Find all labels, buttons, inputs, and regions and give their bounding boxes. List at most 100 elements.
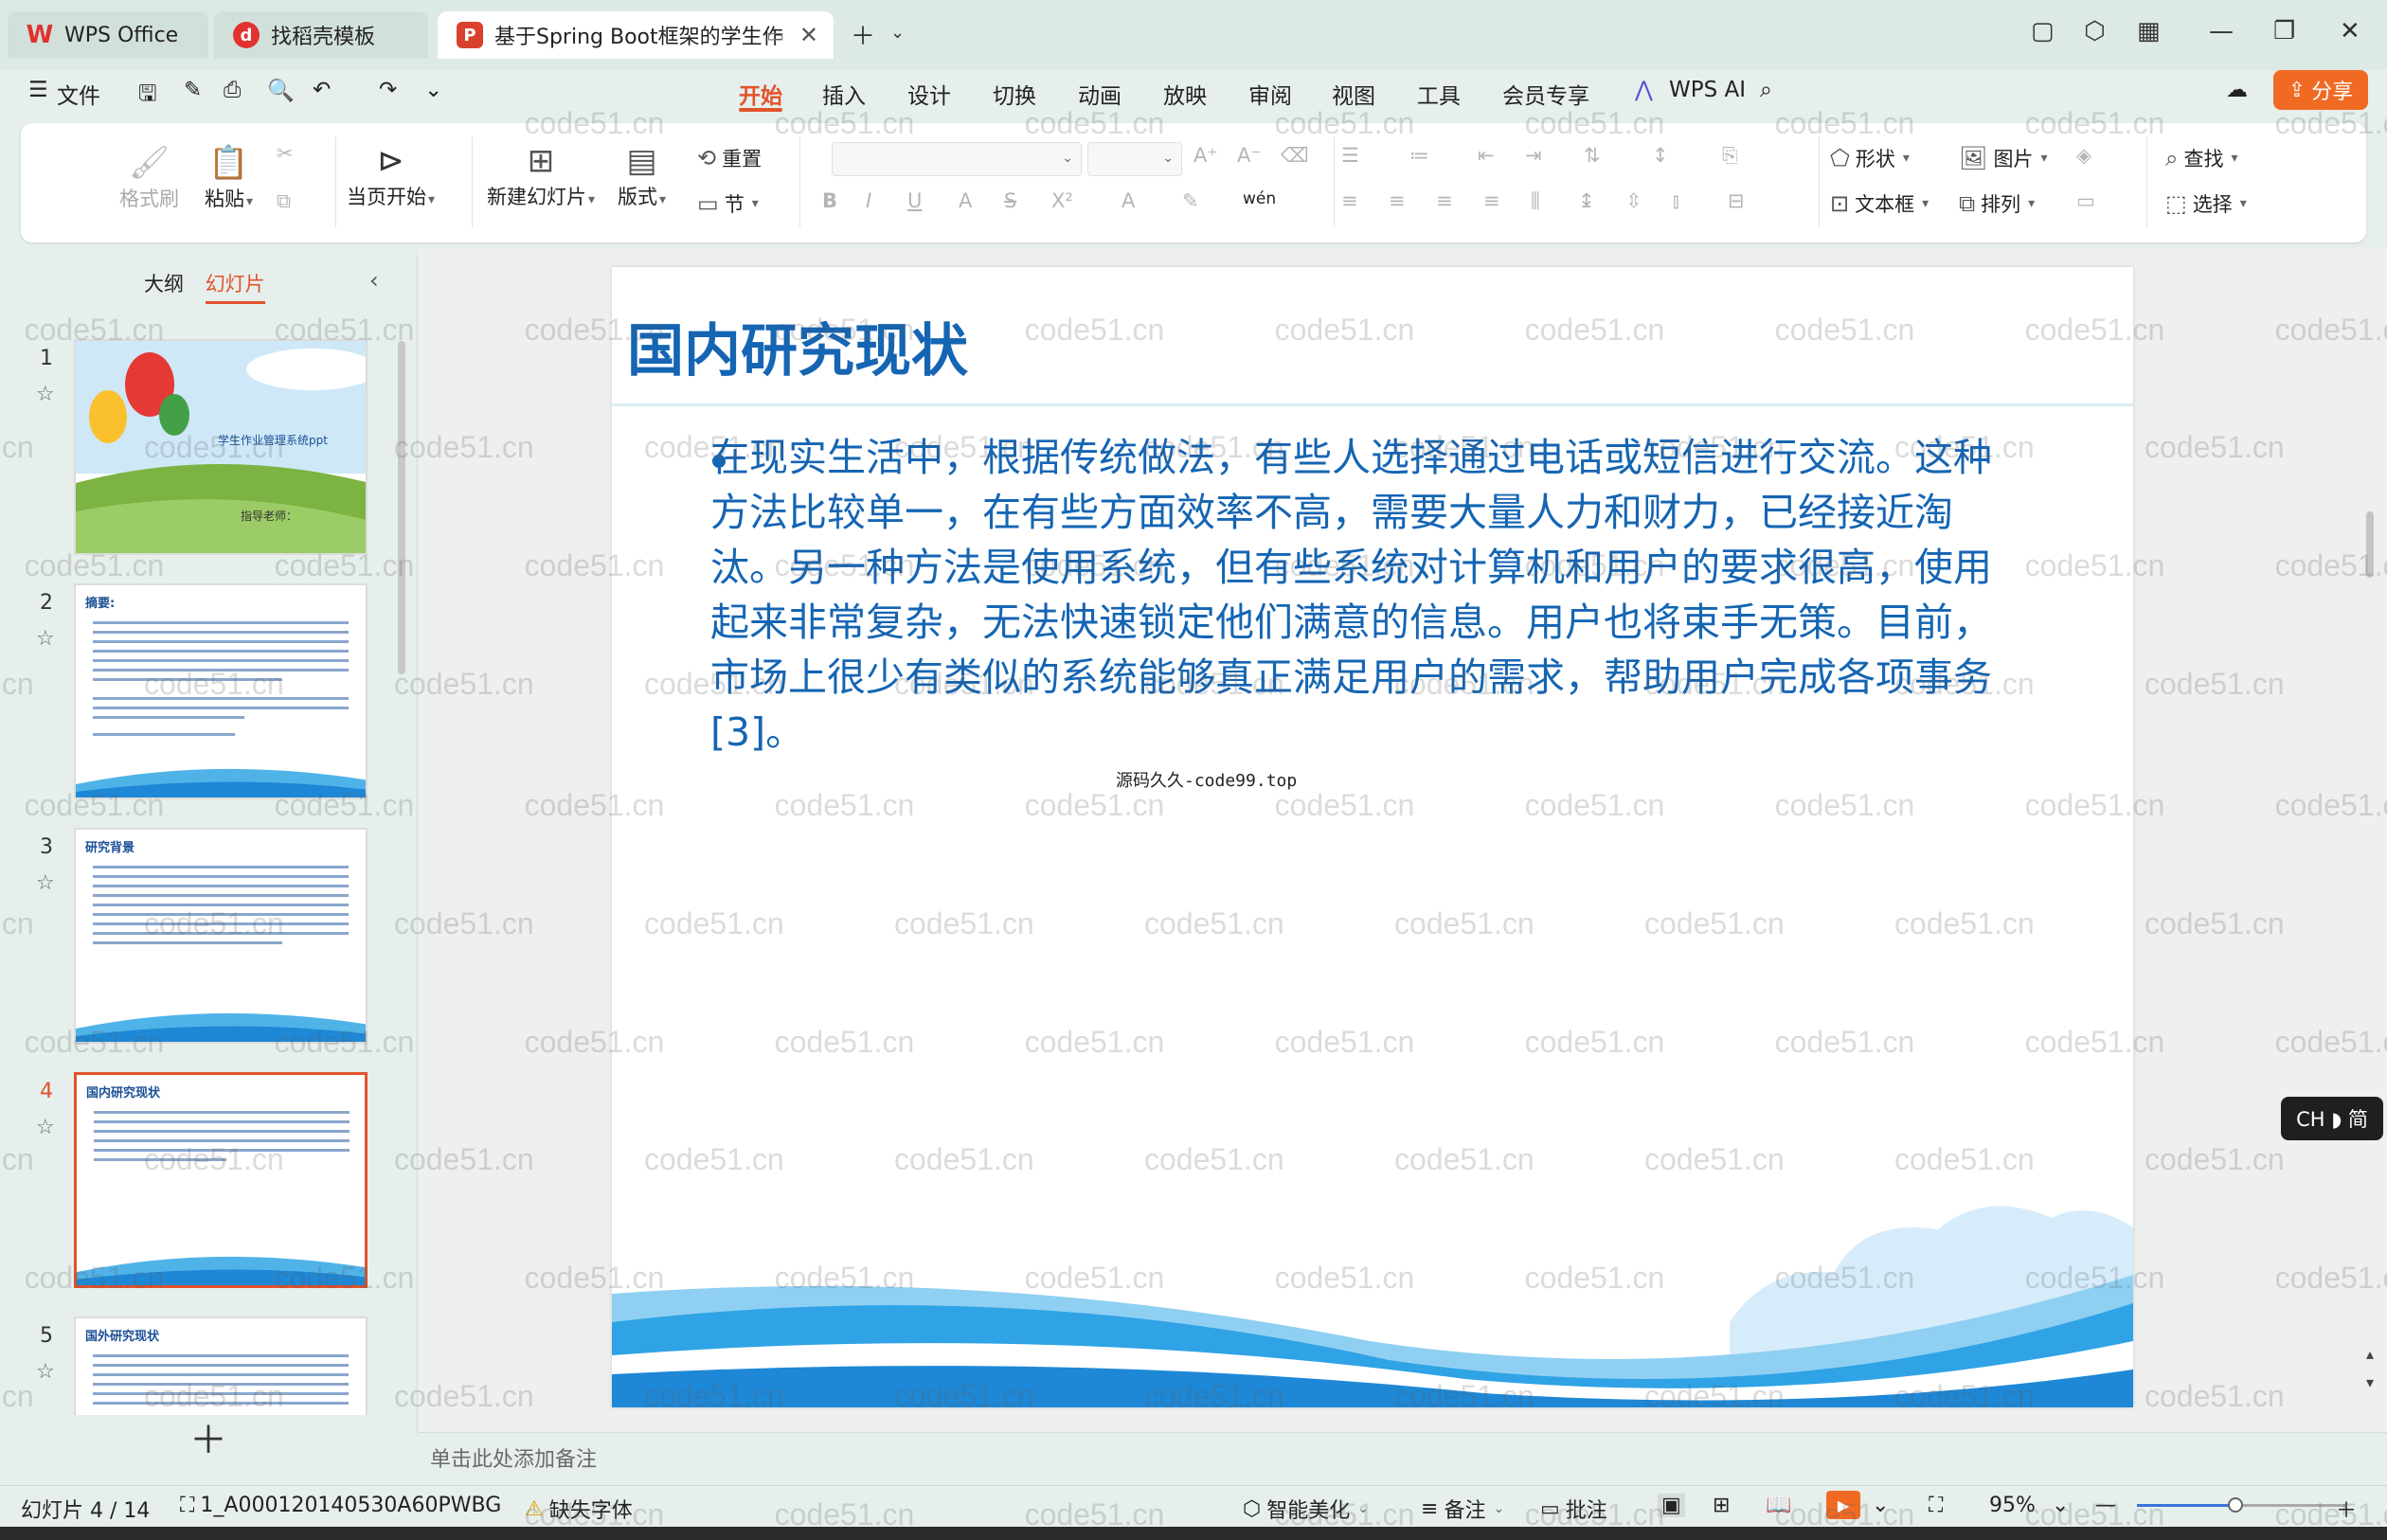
align-left-icon[interactable]: ≡ bbox=[1341, 189, 1358, 212]
menu-file[interactable]: 文件 bbox=[57, 78, 100, 110]
add-slide-icon[interactable]: ＋ bbox=[189, 1409, 227, 1464]
window-layout-icon[interactable]: ▢ bbox=[2031, 17, 2055, 45]
slide-thumbnail-1[interactable]: 学生作业管理系统ppt 指导老师： bbox=[74, 339, 368, 555]
tab-document[interactable]: P 基于Spring Boot框架的学生作 ▭ ✕ bbox=[438, 11, 834, 59]
tab-dropdown-icon[interactable]: ⌄ bbox=[890, 23, 905, 43]
font-family-select[interactable]: ⌄ bbox=[832, 142, 1082, 176]
canvas-scrollbar[interactable] bbox=[2366, 511, 2374, 578]
highlight-icon[interactable]: ✎ bbox=[1182, 189, 1199, 212]
thumbnail-scrollbar[interactable] bbox=[398, 341, 405, 674]
comments-button[interactable]: ▭ 批注 bbox=[1540, 1494, 1607, 1524]
paragraph-spacing-icon[interactable]: ⇳ bbox=[1625, 189, 1642, 212]
monitor-icon[interactable]: ▭ bbox=[766, 24, 784, 46]
new-tab-icon[interactable]: ＋ bbox=[851, 17, 875, 52]
menu-wps-ai[interactable]: WPS AI bbox=[1669, 78, 1746, 102]
prev-slide-icon[interactable]: ▴ bbox=[2366, 1345, 2374, 1363]
shape-button[interactable]: ⬠ 形状 ▾ bbox=[1830, 144, 1910, 172]
pen-icon[interactable]: ✎ bbox=[184, 78, 202, 102]
distribute-icon[interactable]: ⫼ bbox=[1531, 189, 1540, 213]
underline-icon[interactable]: U bbox=[907, 189, 922, 212]
outline-icon[interactable]: ▭ bbox=[2076, 189, 2095, 212]
menu-tab-animation[interactable]: 动画 bbox=[1078, 78, 1122, 110]
tab-template[interactable]: d 找稻壳模板 bbox=[214, 11, 428, 59]
ime-indicator[interactable]: CH ◗ 简 bbox=[2281, 1097, 2383, 1140]
menu-tab-design[interactable]: 设计 bbox=[907, 78, 951, 110]
tab-wps-office[interactable]: W WPS Office bbox=[8, 11, 208, 59]
slideshow-dropdown-icon[interactable]: ⌄ bbox=[1872, 1494, 1889, 1517]
fit-window-icon[interactable]: ⛶ bbox=[1929, 1494, 1943, 1517]
italic-icon[interactable]: I bbox=[866, 189, 871, 212]
slide-title[interactable]: 国内研究现状 bbox=[627, 305, 968, 387]
slide-thumbnail-5[interactable]: 国外研究现状 bbox=[74, 1316, 368, 1415]
menu-tab-tools[interactable]: 工具 bbox=[1417, 78, 1461, 110]
zoom-level[interactable]: 95% bbox=[1989, 1494, 2036, 1517]
phonetic-guide-icon[interactable]: wén bbox=[1243, 189, 1276, 208]
select-button[interactable]: ⬚ 选择 ▾ bbox=[2165, 189, 2247, 218]
play-from-current-button[interactable]: ⊳ 当页开始 ▾ bbox=[347, 140, 435, 210]
notes-button[interactable]: ≡ 备注 ⌄ bbox=[1421, 1494, 1504, 1524]
cut-icon[interactable]: ✂ bbox=[277, 142, 294, 165]
menu-tab-slideshow[interactable]: 放映 bbox=[1163, 78, 1207, 110]
arrange-button[interactable]: ⧉ 排列 ▾ bbox=[1959, 189, 2035, 218]
redo-icon[interactable]: ↷ bbox=[379, 78, 397, 102]
collapse-panel-icon[interactable]: ‹ bbox=[369, 267, 379, 294]
increase-font-icon[interactable]: A⁺ bbox=[1194, 144, 1217, 167]
reading-view-icon[interactable]: 📖 bbox=[1766, 1494, 1791, 1517]
hamburger-icon[interactable]: ☰ bbox=[28, 78, 48, 102]
slide-thumbnail-2[interactable]: 摘要: bbox=[74, 583, 368, 799]
menu-tab-transition[interactable]: 切换 bbox=[993, 78, 1036, 110]
slideshow-button[interactable]: ▶ bbox=[1826, 1491, 1860, 1519]
paste-button[interactable]: 📋 粘贴 ▾ bbox=[205, 142, 253, 212]
convert-icon[interactable]: ⎘ bbox=[1722, 144, 1738, 168]
star-icon[interactable]: ☆ bbox=[36, 1116, 55, 1139]
copy-icon[interactable]: ⧉ bbox=[277, 189, 291, 213]
columns-icon[interactable]: ⫾ bbox=[1673, 189, 1679, 213]
slide-body-text[interactable]: 在现实生活中，根据传统做法，有些人选择通过电话或短信进行交流。这种方法比较单一，… bbox=[710, 430, 2027, 760]
new-slide-button[interactable]: ⊞ 新建幻灯片 ▾ bbox=[487, 140, 595, 210]
align-right-icon[interactable]: ≡ bbox=[1436, 189, 1453, 212]
minimize-icon[interactable]: — bbox=[2209, 17, 2234, 45]
slide-thumbnail-4[interactable]: 国内研究现状 bbox=[74, 1072, 368, 1288]
find-button[interactable]: ⌕ 查找 ▾ bbox=[2165, 144, 2237, 172]
star-icon[interactable]: ☆ bbox=[36, 627, 55, 651]
print-preview-icon[interactable]: 🔍 bbox=[267, 78, 295, 103]
slide[interactable]: 国内研究现状 在现实生活中，根据传统做法，有些人选择通过电话或短信进行交流。这种… bbox=[612, 267, 2133, 1407]
fill-icon[interactable]: ◈ bbox=[2076, 144, 2091, 167]
star-icon[interactable]: ☆ bbox=[36, 383, 55, 406]
normal-view-icon[interactable]: ▣ bbox=[1658, 1494, 1685, 1517]
tab-outline[interactable]: 大纲 bbox=[144, 269, 184, 297]
layout-button[interactable]: ▤ 版式 ▾ bbox=[618, 140, 666, 210]
layout-name[interactable]: ⛶ 1_A000120140530A60PWBG bbox=[180, 1494, 501, 1517]
search-icon[interactable]: ⌕ bbox=[1760, 78, 1772, 102]
align-center-icon[interactable]: ≡ bbox=[1389, 189, 1406, 212]
strikethrough-icon[interactable]: S bbox=[1004, 189, 1016, 212]
increase-indent-icon[interactable]: ⇥ bbox=[1525, 144, 1542, 167]
smart-beautify-button[interactable]: ⬡ 智能美化 ⌄ bbox=[1243, 1494, 1369, 1524]
maximize-icon[interactable]: ❐ bbox=[2273, 17, 2295, 45]
star-icon[interactable]: ☆ bbox=[36, 871, 55, 895]
menu-tab-view[interactable]: 视图 bbox=[1332, 78, 1375, 110]
sort-icon[interactable]: ↕ bbox=[1652, 144, 1669, 167]
missing-font-indicator[interactable]: ⚠ 缺失字体 bbox=[525, 1494, 633, 1524]
save-icon[interactable]: 🖫 bbox=[138, 78, 157, 115]
format-painter-button[interactable]: 🖌 格式刷 bbox=[119, 142, 179, 212]
zoom-out-icon[interactable]: — bbox=[2095, 1494, 2116, 1517]
justify-icon[interactable]: ≡ bbox=[1483, 189, 1500, 212]
numbered-list-icon[interactable]: ≔ bbox=[1409, 144, 1429, 167]
reset-button[interactable]: ⟲ 重置 bbox=[697, 144, 762, 172]
menu-tab-insert[interactable]: 插入 bbox=[822, 78, 866, 110]
font-size-select[interactable]: ⌄ bbox=[1087, 142, 1182, 176]
tab-slides[interactable]: 幻灯片 bbox=[205, 269, 265, 304]
picture-button[interactable]: 🖼 图片 ▾ bbox=[1959, 144, 2048, 172]
cube-icon[interactable]: ⬡ bbox=[2084, 17, 2106, 45]
print-icon[interactable]: ⎙ bbox=[224, 78, 241, 102]
clear-format-icon[interactable]: ⌫ bbox=[1281, 144, 1309, 167]
bold-icon[interactable]: B bbox=[822, 189, 837, 212]
menu-tab-home[interactable]: 开始 bbox=[739, 78, 782, 110]
decrease-indent-icon[interactable]: ⇤ bbox=[1478, 144, 1495, 167]
line-spacing-icon[interactable]: ↨ bbox=[1578, 189, 1595, 212]
slide-thumbnail-3[interactable]: 研究背景 bbox=[74, 828, 368, 1044]
superscript-icon[interactable]: X² bbox=[1051, 189, 1073, 212]
notes-placeholder[interactable]: 单击此处添加备注 bbox=[430, 1442, 597, 1473]
zoom-dropdown-icon[interactable]: ⌄ bbox=[2052, 1494, 2069, 1517]
